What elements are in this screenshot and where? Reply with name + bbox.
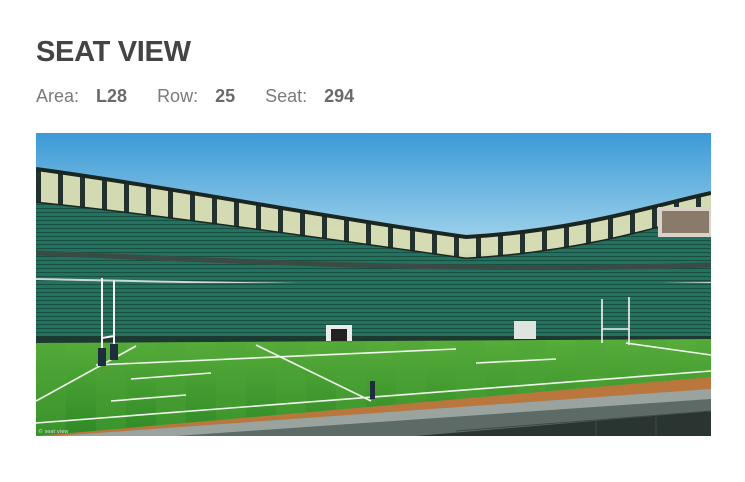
- seat-view-image: © seat view: [36, 133, 711, 436]
- area-label: Area:: [36, 86, 80, 106]
- row-value: 25: [215, 86, 236, 106]
- seat-info: Area: L28 Row: 25 Seat: 294: [36, 86, 384, 107]
- page-title: SEAT VIEW: [36, 36, 191, 68]
- seat-value: 294: [324, 86, 355, 106]
- area-value: L28: [96, 86, 128, 106]
- seat-label: Seat:: [265, 86, 308, 106]
- image-credit: © seat view: [38, 429, 69, 435]
- row-label: Row:: [157, 86, 199, 106]
